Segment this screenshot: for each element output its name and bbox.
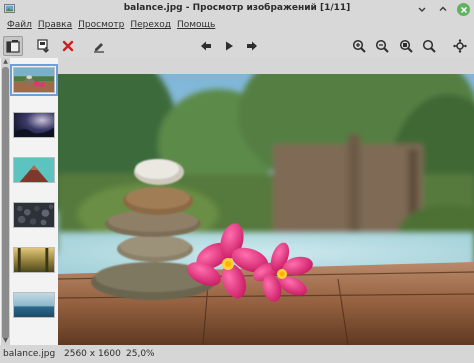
sidebar-toggle-icon — [6, 40, 20, 53]
thumbnail-forest-path[interactable] — [13, 247, 55, 273]
next-button[interactable] — [242, 36, 262, 56]
zoom-original-button[interactable] — [419, 36, 439, 56]
scroll-down-icon[interactable]: ▼ — [1, 337, 10, 345]
title-bar: balance.jpg - Просмотр изображений [1/11… — [0, 0, 474, 18]
edit-button[interactable] — [89, 36, 109, 56]
scroll-up-icon[interactable]: ▲ — [1, 58, 10, 66]
minimize-button[interactable] — [415, 2, 429, 16]
sidebar-toggle-button[interactable] — [3, 36, 23, 56]
previous-button[interactable] — [196, 36, 216, 56]
thumbnail-night-sky[interactable] — [13, 112, 55, 138]
close-icon — [460, 6, 467, 13]
zoom-out-icon — [375, 39, 389, 53]
menu-help[interactable]: Помощь — [175, 18, 219, 34]
zoom-original-icon — [422, 39, 436, 53]
zoom-in-icon — [352, 39, 366, 53]
previous-icon — [201, 41, 211, 51]
zoom-in-button[interactable] — [349, 36, 369, 56]
save-icon — [37, 39, 49, 53]
zoom-fit-icon — [399, 39, 413, 53]
delete-icon — [62, 40, 74, 52]
toolbar — [0, 34, 474, 58]
menu-view[interactable]: Просмотр — [76, 18, 128, 34]
status-bar: balance.jpg 2560 x 1600 25,0% — [0, 345, 474, 363]
menu-edit[interactable]: Правка — [36, 18, 76, 34]
maximize-button[interactable] — [436, 2, 450, 16]
sidebar-scrollbar-thumb[interactable] — [2, 67, 9, 339]
thumbnail-sea-horizon[interactable] — [13, 292, 55, 318]
thumbnail-pebbles[interactable] — [13, 202, 55, 228]
maximize-icon — [439, 6, 447, 11]
zoom-fit-button[interactable] — [396, 36, 416, 56]
menu-file[interactable]: Файл — [5, 18, 36, 34]
thumbnail-balance[interactable] — [10, 64, 58, 96]
edit-icon — [94, 43, 104, 53]
fullscreen-button[interactable] — [450, 36, 470, 56]
close-button[interactable] — [457, 3, 470, 16]
window-title: balance.jpg - Просмотр изображений [1/11… — [123, 3, 351, 13]
image-canvas[interactable] — [58, 74, 474, 345]
minimize-icon — [418, 7, 426, 12]
status-zoom: 25,0% — [126, 349, 155, 359]
play-button[interactable] — [219, 36, 239, 56]
delete-button[interactable] — [58, 36, 78, 56]
fullscreen-icon — [453, 39, 467, 53]
status-filename: balance.jpg — [3, 349, 56, 359]
thumbnail-mountain-teal[interactable] — [13, 157, 55, 183]
save-button[interactable] — [34, 36, 54, 56]
zoom-out-button[interactable] — [372, 36, 392, 56]
menu-bar: Файл Правка Просмотр Переход Помощь — [0, 18, 474, 34]
status-dimensions: 2560 x 1600 — [64, 349, 121, 359]
play-icon — [226, 41, 233, 51]
main-image — [58, 74, 474, 345]
next-icon — [247, 41, 257, 51]
menu-go[interactable]: Переход — [128, 18, 175, 34]
